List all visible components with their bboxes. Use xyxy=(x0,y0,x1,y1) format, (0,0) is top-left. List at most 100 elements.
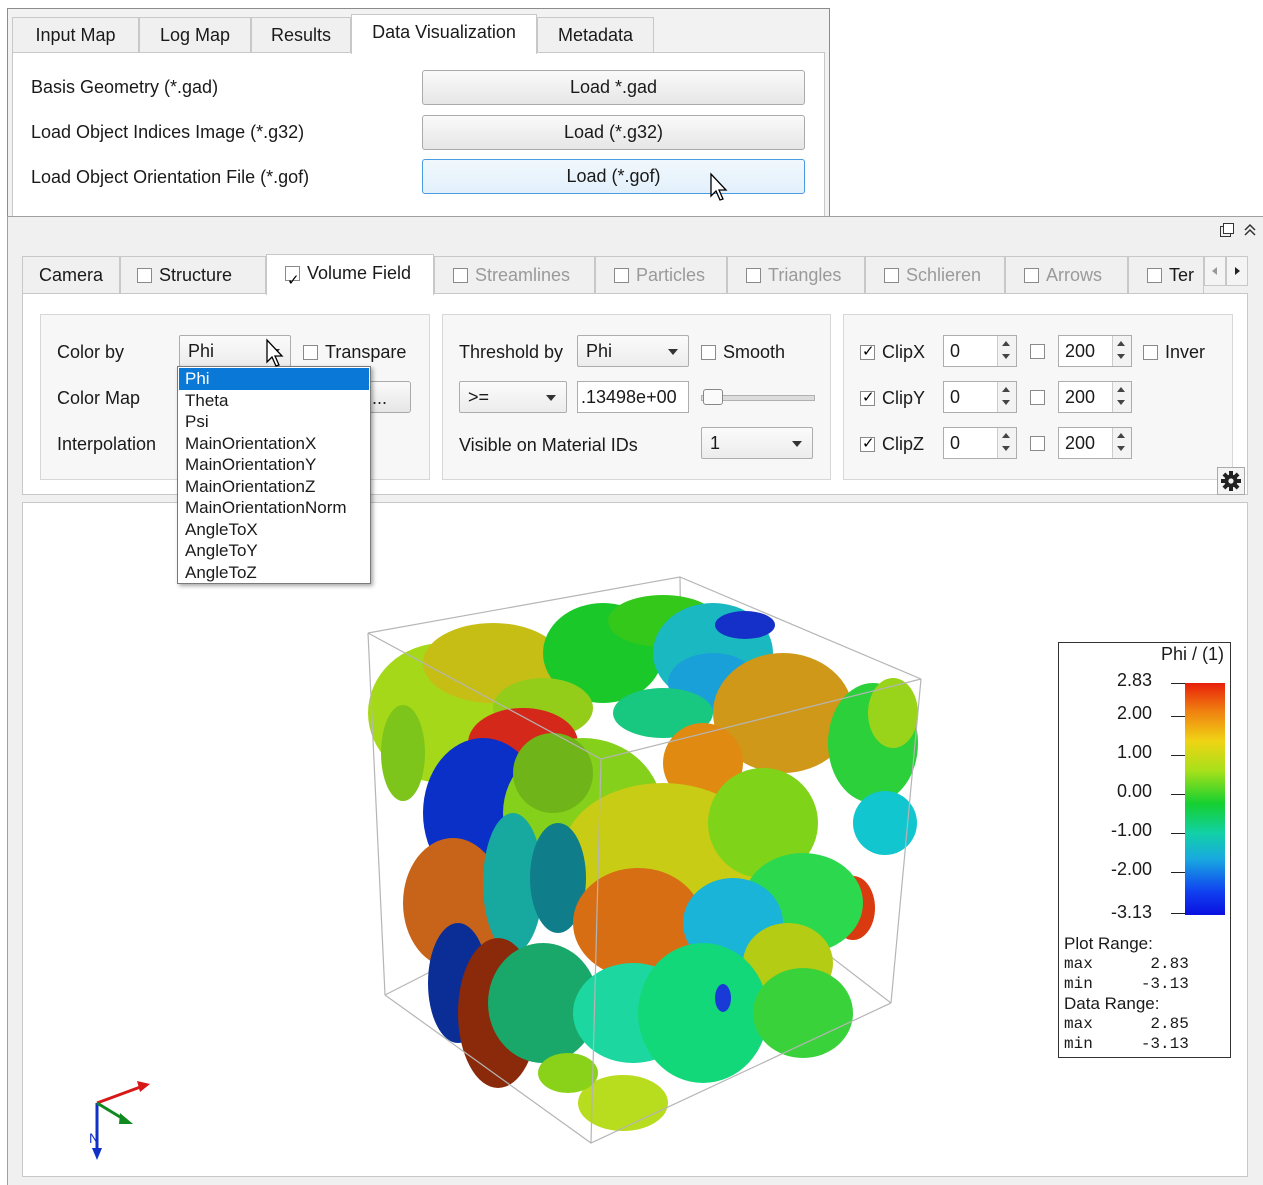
dropdown-option-phi[interactable]: Phi xyxy=(179,368,369,390)
dropdown-option-theta[interactable]: Theta xyxy=(179,390,369,412)
tab-particles[interactable]: Particles xyxy=(595,256,727,294)
clip-y-min-spinbox[interactable]: 0 xyxy=(943,381,1017,413)
tab-ter[interactable]: Ter xyxy=(1128,256,1204,294)
material-ids-combo[interactable]: 1 xyxy=(701,427,813,459)
tab-schlieren[interactable]: Schlieren xyxy=(865,256,1005,294)
color-by-value: Phi xyxy=(188,341,215,361)
clip-y-max-checkbox[interactable] xyxy=(1030,390,1045,405)
spin-arrows-icon[interactable] xyxy=(997,336,1016,366)
clip-z-max-spinbox[interactable]: 200 xyxy=(1058,427,1132,459)
clip-z-max-checkbox[interactable] xyxy=(1030,436,1045,451)
tab-data-visualization[interactable]: Data Visualization xyxy=(351,14,537,54)
clip-x-min-spinbox[interactable]: 0 xyxy=(943,335,1017,367)
chevron-down-icon xyxy=(792,441,802,447)
threshold-value-input[interactable]: .13498e+00 xyxy=(577,381,689,413)
dropdown-option-mainorientationnorm[interactable]: MainOrientationNorm xyxy=(179,497,369,519)
spin-arrows-icon[interactable] xyxy=(1112,428,1131,458)
spin-arrows-icon[interactable] xyxy=(997,428,1016,458)
volume-field-checkbox[interactable] xyxy=(285,263,300,295)
tab-camera-label: Camera xyxy=(39,265,104,285)
threshold-operator-combo[interactable]: >= xyxy=(459,381,567,413)
clip-x-label: ClipX xyxy=(882,342,926,362)
plot-range-label: Plot Range: xyxy=(1064,934,1153,953)
clip-group: ClipX 0 200 Inver ClipY 0 200 ClipZ 0 20… xyxy=(843,314,1233,480)
collapse-chevron-icon[interactable] xyxy=(1242,222,1258,238)
legend-tick-max: 2.83 xyxy=(1116,670,1152,690)
object-indices-label: Load Object Indices Image (*.g32) xyxy=(31,122,305,142)
transparent-label: Transpare xyxy=(325,342,407,362)
dropdown-option-angletoz[interactable]: AngleToZ xyxy=(179,562,369,584)
tab-camera[interactable]: Camera xyxy=(22,256,120,294)
clip-y-option[interactable]: ClipY xyxy=(860,388,925,409)
color-by-dropdown-list[interactable]: Phi Theta Psi MainOrientationX MainOrien… xyxy=(177,366,371,584)
invert-option[interactable]: Inver xyxy=(1143,342,1205,363)
threshold-slider[interactable] xyxy=(701,389,815,405)
transparent-option[interactable]: Transpare xyxy=(303,342,406,363)
tab-triangles-label: Triangles xyxy=(768,265,842,285)
dropdown-option-angletox[interactable]: AngleToX xyxy=(179,519,369,541)
spin-arrows-icon[interactable] xyxy=(997,382,1016,412)
chevron-down-icon xyxy=(668,349,678,355)
clip-z-max-value: 200 xyxy=(1065,433,1096,453)
tab-log-map[interactable]: Log Map xyxy=(139,17,251,53)
3d-viewport[interactable]: N Phi / (1) 2.83 2.00 1.00 0.00 -1.00 -2… xyxy=(22,502,1248,1177)
clip-z-option[interactable]: ClipZ xyxy=(860,434,924,455)
data-range-label: Data Range: xyxy=(1064,994,1160,1013)
scroll-tabs-left-button[interactable] xyxy=(1204,256,1226,286)
slider-handle[interactable] xyxy=(703,389,723,405)
schlieren-checkbox[interactable] xyxy=(884,268,899,283)
color-legend: Phi / (1) 2.83 2.00 1.00 0.00 -1.00 -2.0… xyxy=(1058,642,1231,1058)
clip-z-min-value: 0 xyxy=(950,433,961,453)
tab-triangles[interactable]: Triangles xyxy=(727,256,865,294)
data-load-panel: Input Map Log Map Results Data Visualiza… xyxy=(7,8,830,246)
dropdown-option-psi[interactable]: Psi xyxy=(179,411,369,433)
ter-checkbox[interactable] xyxy=(1147,268,1162,283)
load-g32-button[interactable]: Load (*.g32) xyxy=(422,115,805,150)
tab-input-map[interactable]: Input Map xyxy=(12,17,139,53)
clip-z-min-spinbox[interactable]: 0 xyxy=(943,427,1017,459)
tab-results[interactable]: Results xyxy=(251,17,351,53)
tab-content-data-visualization: Basis Geometry (*.gad) Load *.gad Load O… xyxy=(12,52,825,242)
triangles-checkbox[interactable] xyxy=(746,268,761,283)
spin-arrows-icon[interactable] xyxy=(1112,382,1131,412)
structure-checkbox[interactable] xyxy=(137,268,152,283)
clip-y-max-spinbox[interactable]: 200 xyxy=(1058,381,1132,413)
clip-x-max-checkbox[interactable] xyxy=(1030,344,1045,359)
clip-x-checkbox[interactable] xyxy=(860,342,875,360)
threshold-by-combo[interactable]: Phi xyxy=(577,335,689,367)
invert-checkbox[interactable] xyxy=(1143,345,1158,360)
dropdown-option-mainorientationx[interactable]: MainOrientationX xyxy=(179,433,369,455)
transparent-checkbox[interactable] xyxy=(303,345,318,360)
load-gad-button[interactable]: Load *.gad xyxy=(422,70,805,105)
dropdown-option-mainorientationy[interactable]: MainOrientationY xyxy=(179,454,369,476)
tab-schlieren-label: Schlieren xyxy=(906,265,982,285)
tab-structure[interactable]: Structure xyxy=(120,256,266,294)
clip-z-checkbox[interactable] xyxy=(860,434,875,452)
basis-geometry-label: Basis Geometry (*.gad) xyxy=(31,77,219,97)
clip-x-option[interactable]: ClipX xyxy=(860,342,925,363)
tab-streamlines[interactable]: Streamlines xyxy=(434,256,595,294)
load-gof-button[interactable]: Load (*.gof) xyxy=(422,159,805,194)
chevron-down-icon xyxy=(546,395,556,401)
legend-title: Phi / (1) xyxy=(1160,644,1224,664)
float-window-icon[interactable] xyxy=(1219,222,1235,238)
tab-metadata[interactable]: Metadata xyxy=(537,17,654,53)
spin-arrows-icon[interactable] xyxy=(1112,336,1131,366)
streamlines-checkbox[interactable] xyxy=(453,268,468,283)
clip-y-checkbox[interactable] xyxy=(860,388,875,406)
clip-y-label: ClipY xyxy=(882,388,926,408)
arrows-checkbox[interactable] xyxy=(1024,268,1039,283)
dropdown-option-mainorientationz[interactable]: MainOrientationZ xyxy=(179,476,369,498)
smooth-checkbox[interactable] xyxy=(701,345,716,360)
tab-particles-label: Particles xyxy=(636,265,706,285)
particles-checkbox[interactable] xyxy=(614,268,629,283)
scroll-tabs-right-button[interactable] xyxy=(1226,256,1248,286)
smooth-option[interactable]: Smooth xyxy=(701,342,785,363)
settings-button[interactable] xyxy=(1217,467,1245,495)
tab-volume-field[interactable]: Volume Field xyxy=(266,254,434,295)
invert-label: Inver xyxy=(1165,342,1206,362)
dropdown-option-angletoy[interactable]: AngleToY xyxy=(179,540,369,562)
tab-arrows[interactable]: Arrows xyxy=(1005,256,1128,294)
data-range-max: max 2.85 xyxy=(1064,1015,1189,1033)
clip-x-max-spinbox[interactable]: 200 xyxy=(1058,335,1132,367)
